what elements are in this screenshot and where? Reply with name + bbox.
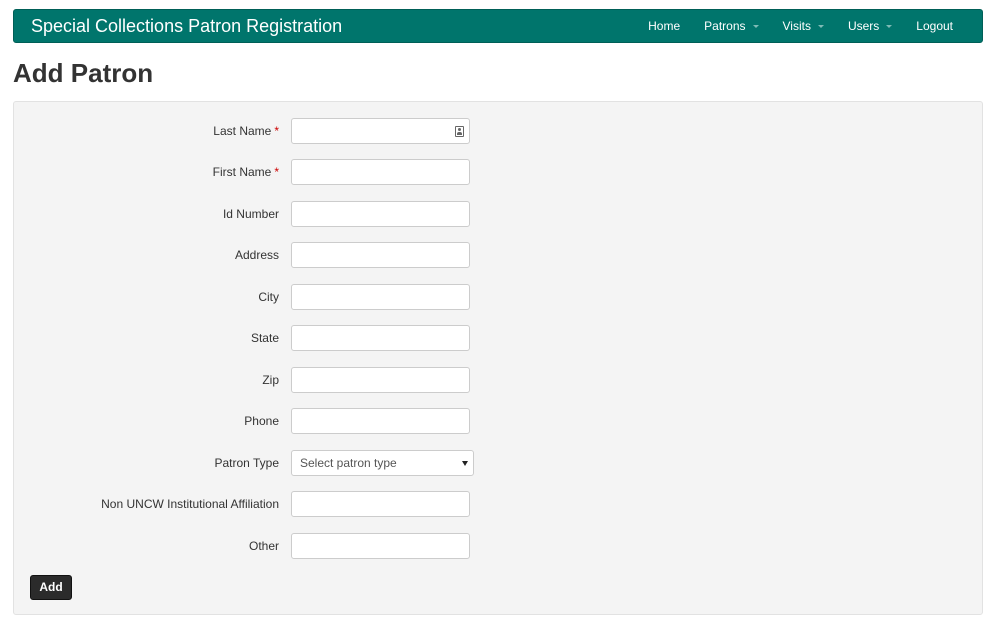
zip-input[interactable] [291,367,470,393]
nav-logout-label: Logout [916,19,953,33]
top-navbar: Special Collections Patron Registration … [13,9,983,43]
first-name-input[interactable] [291,159,470,185]
required-marker: * [274,165,279,179]
nav-visits[interactable]: Visits [771,10,836,42]
required-marker: * [274,124,279,138]
main-nav: Home Patrons Visits Users Logout [636,10,982,42]
nav-users[interactable]: Users [836,10,904,42]
caret-down-icon [817,24,824,28]
city-input[interactable] [291,284,470,310]
state-label: State [250,331,279,345]
add-button[interactable]: Add [30,575,72,600]
add-patron-form: Last Name * First Name * Id Number Address… [13,101,983,615]
zip-label: Zip [262,373,279,387]
form-row-city: City [14,284,614,310]
nav-users-label: Users [847,19,880,33]
form-row-id-number: Id Number [14,201,614,227]
nav-patrons[interactable]: Patrons [692,10,770,42]
city-label: City [258,290,279,304]
form-row-affiliation: Non UNCW Institutional Affiliation [14,491,614,517]
form-row-last-name: Last Name * [14,118,614,144]
nav-patrons-label: Patrons [704,19,746,33]
form-row-zip: Zip [14,367,614,393]
patron-type-selected-value: Select patron type [300,456,397,470]
other-label: Other [248,539,279,553]
form-row-patron-type: Patron Type Select patron type [14,450,614,476]
phone-input[interactable] [291,408,470,434]
id-number-label: Id Number [222,207,279,221]
state-input[interactable] [291,325,470,351]
patron-type-label: Patron Type [214,456,280,470]
last-name-label: Last Name * [213,124,279,138]
nav-home[interactable]: Home [636,10,692,42]
form-row-state: State [14,325,614,351]
phone-label: Phone [244,414,279,428]
last-name-input[interactable] [291,118,470,144]
page-title: Add Patron [13,58,154,88]
first-name-label: First Name * [212,165,279,179]
form-row-other: Other [14,533,614,559]
contact-card-icon[interactable] [455,126,464,137]
address-label: Address [234,248,279,262]
nav-visits-label: Visits [782,19,811,33]
app-brand[interactable]: Special Collections Patron Registration [14,16,636,37]
other-input[interactable] [291,533,470,559]
form-row-first-name: First Name * [14,159,614,185]
address-input[interactable] [291,242,470,268]
nav-logout[interactable]: Logout [904,10,982,42]
id-number-input[interactable] [291,201,470,227]
form-row-phone: Phone [14,408,614,434]
form-row-address: Address [14,242,614,268]
dropdown-arrow-icon [462,461,468,466]
caret-down-icon [752,24,759,28]
affiliation-input[interactable] [291,491,470,517]
affiliation-label: Non UNCW Institutional Affiliation [101,497,279,511]
caret-down-icon [886,24,893,28]
patron-type-select[interactable]: Select patron type [291,450,474,476]
nav-home-label: Home [648,19,681,33]
